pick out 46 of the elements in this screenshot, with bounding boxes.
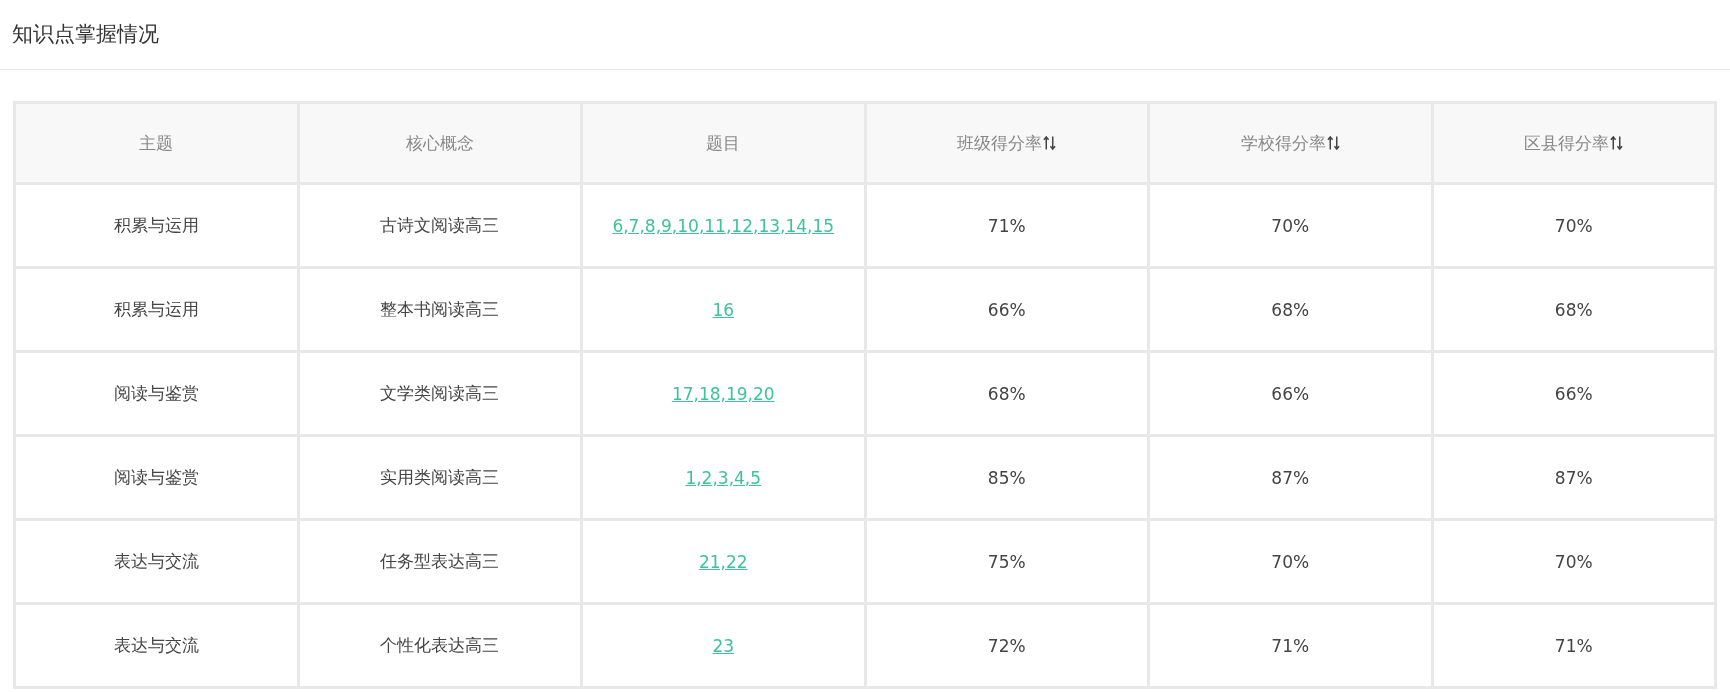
- table-cell: 表达与交流: [14, 519, 298, 604]
- table-cell: 68%: [1432, 267, 1716, 352]
- question-link[interactable]: 6,7,8,9,10,11,12,13,14,15: [612, 215, 835, 236]
- table-cell: 个性化表达高三: [298, 603, 582, 688]
- section-title: 知识点掌握情况: [11, 21, 160, 48]
- table-cell: 古诗文阅读高三: [298, 183, 582, 268]
- table-cell: 87%: [1432, 435, 1716, 520]
- question-link[interactable]: 23: [712, 635, 735, 656]
- question-link[interactable]: 16: [712, 299, 735, 320]
- table-cell: 70%: [1148, 183, 1432, 268]
- sort-icon[interactable]: [1610, 135, 1624, 151]
- table-cell: 71%: [865, 183, 1149, 268]
- table-cell: 87%: [1148, 435, 1432, 520]
- table-cell: 72%: [865, 603, 1149, 688]
- question-link[interactable]: 21,22: [698, 551, 748, 572]
- table-cell: 68%: [865, 351, 1149, 436]
- column-label: 题目: [706, 132, 741, 153]
- table-cell: 70%: [1432, 519, 1716, 604]
- table-cell: 66%: [865, 267, 1149, 352]
- table-cell: 68%: [1148, 267, 1432, 352]
- table-cell: 表达与交流: [14, 603, 298, 688]
- table-cell: 实用类阅读高三: [298, 435, 582, 520]
- table-cell: 71%: [1148, 603, 1432, 688]
- question-link[interactable]: 17,18,19,20: [671, 383, 775, 404]
- table-cell: 66%: [1148, 351, 1432, 436]
- table-cell: 积累与运用: [14, 183, 298, 268]
- column-label: 主题: [139, 132, 174, 153]
- table-cell: 70%: [1148, 519, 1432, 604]
- column-label: 学校得分率: [1240, 132, 1326, 153]
- table-cell: 积累与运用: [14, 267, 298, 352]
- table-cell: 85%: [865, 435, 1149, 520]
- table-cell: 阅读与鉴赏: [14, 351, 298, 436]
- column-label: 核心概念: [405, 132, 474, 153]
- column-label: 班级得分率: [957, 132, 1043, 153]
- table-cell: 整本书阅读高三: [298, 267, 582, 352]
- column-label: 区县得分率: [1524, 132, 1610, 153]
- table-cell: 71%: [1432, 603, 1716, 688]
- sort-icon[interactable]: [1326, 135, 1340, 151]
- table-cell: 阅读与鉴赏: [14, 435, 298, 520]
- table-cell: 70%: [1432, 183, 1716, 268]
- table-cell: 文学类阅读高三: [298, 351, 582, 436]
- table-cell: 75%: [865, 519, 1149, 604]
- question-link[interactable]: 1,2,3,4,5: [685, 467, 762, 488]
- table-cell: 66%: [1432, 351, 1716, 436]
- sort-icon[interactable]: [1043, 135, 1057, 151]
- table-cell: 任务型表达高三: [298, 519, 582, 604]
